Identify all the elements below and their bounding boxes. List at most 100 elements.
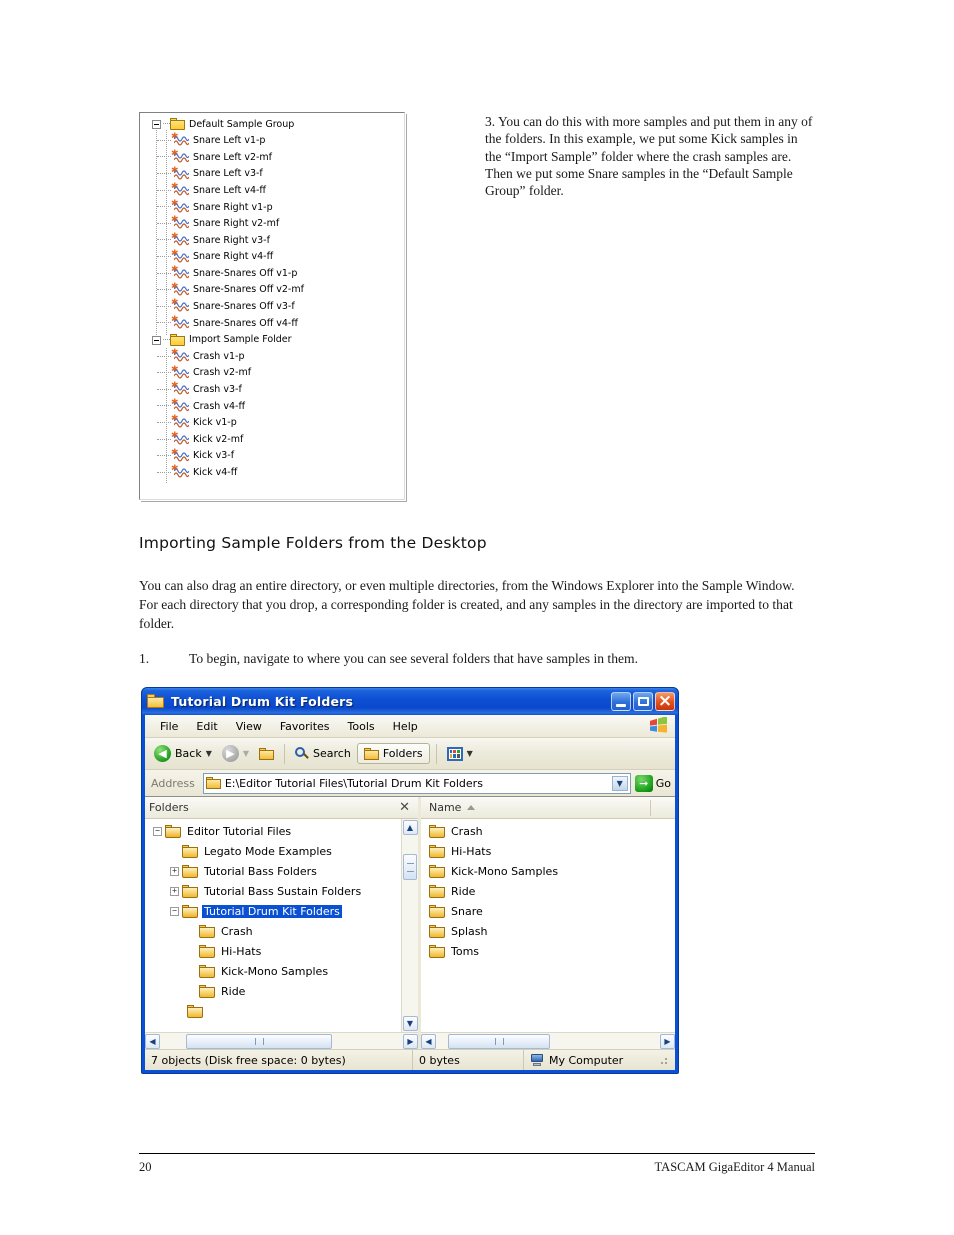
file-list-item[interactable]: Kick-Mono Samples — [421, 861, 675, 881]
go-button[interactable]: ➞ Go — [634, 774, 671, 792]
hscroll-track-right[interactable] — [436, 1033, 660, 1049]
menu-item-edit[interactable]: Edit — [187, 721, 226, 732]
folder-tree-item[interactable]: Crash — [145, 921, 401, 941]
sample-tree-sample-row[interactable]: ✱ Crash v3-f — [143, 382, 400, 399]
sample-tree-sample-row[interactable]: ✱ Snare-Snares Off v1-p — [143, 265, 400, 282]
folders-horizontal-scrollbar[interactable]: ◀ ▶ — [145, 1032, 418, 1049]
sample-tree-sample-row[interactable]: ✱ Snare Left v4-ff — [143, 182, 400, 199]
folder-tree-item[interactable]: − Editor Tutorial Files — [145, 821, 401, 841]
folder-tree-item[interactable]: − Tutorial Drum Kit Folders — [145, 901, 401, 921]
up-one-level-button[interactable] — [255, 746, 278, 762]
folder-icon — [429, 884, 445, 898]
hscroll-thumb-right[interactable] — [448, 1033, 550, 1049]
folder-tree-item[interactable]: + Tutorial Bass Sustain Folders — [145, 881, 401, 901]
back-button[interactable]: ◀ Back ▼ — [150, 743, 216, 764]
tree-expander-minus-icon[interactable]: − — [170, 906, 179, 916]
sample-tree-sample-row[interactable]: ✱ Kick v1-p — [143, 415, 400, 432]
menu-item-file[interactable]: File — [151, 721, 187, 732]
file-list-horizontal-scrollbar[interactable]: ◀ ▶ — [421, 1032, 675, 1049]
tree-expander-minus-icon[interactable] — [152, 119, 161, 129]
sample-tree-sample-row[interactable]: ✱ Snare Right v4-ff — [143, 249, 400, 266]
file-list-items[interactable]: Crash Hi-Hats Kick-Mono Samples Ride Snare Sp… — [421, 819, 675, 1032]
windows-explorer-window[interactable]: Tutorial Drum Kit Folders File Edit View… — [141, 687, 679, 1074]
hscroll-track-left[interactable] — [160, 1033, 403, 1049]
scroll-left-icon-right-pane[interactable]: ◀ — [421, 1033, 436, 1049]
sample-tree-folder-row[interactable]: Import Sample Folder — [143, 332, 400, 349]
address-dropdown-chevron-icon[interactable]: ▼ — [611, 775, 628, 791]
close-button[interactable] — [655, 690, 675, 712]
sample-tree-sample-row[interactable]: ✱ Snare Right v3-f — [143, 232, 400, 249]
file-list-item[interactable]: Snare — [421, 901, 675, 921]
file-list-item-label: Crash — [451, 824, 483, 838]
scroll-up-icon[interactable]: ▲ — [402, 820, 418, 835]
sample-tree-sample-row[interactable]: ✱ Snare-Snares Off v2-mf — [143, 282, 400, 299]
menu-item-tools[interactable]: Tools — [339, 721, 384, 732]
tree-expander-minus-icon[interactable]: − — [153, 826, 162, 836]
scroll-left-icon[interactable]: ◀ — [145, 1033, 160, 1049]
sample-tree-folder-row[interactable]: Default Sample Group — [143, 116, 400, 133]
views-chevron-down-icon[interactable]: ▼ — [467, 749, 473, 758]
tree-expander-minus-icon[interactable] — [152, 335, 161, 345]
search-button[interactable]: Search — [291, 745, 355, 763]
folders-tree-list[interactable]: − Editor Tutorial Files Legato Mode Exampl… — [145, 819, 401, 1032]
file-list-pane[interactable]: Name Crash Hi-Hats Kick-Mono Samples Ride Sn… — [421, 797, 675, 1049]
address-input[interactable]: E:\Editor Tutorial Files\Tutorial Drum K… — [202, 772, 631, 794]
folder-tree-item[interactable]: + Tutorial Bass Folders — [145, 861, 401, 881]
tree-expander-plus-icon[interactable]: + — [170, 886, 179, 896]
sample-tree-sample-row[interactable]: ✱ Kick v4-ff — [143, 464, 400, 481]
file-list-column-header[interactable]: Name — [421, 797, 675, 819]
menu-item-view[interactable]: View — [227, 721, 271, 732]
sample-tree-sample-row[interactable]: ✱ Snare Left v1-p — [143, 133, 400, 150]
explorer-toolbar[interactable]: ◀ Back ▼ ▶ ▼ Search Folders ▼ — [145, 738, 675, 770]
file-list-item[interactable]: Crash — [421, 821, 675, 841]
menu-item-favorites[interactable]: Favorites — [271, 721, 339, 732]
close-icon[interactable]: ✕ — [399, 800, 414, 815]
file-list-item[interactable]: Toms — [421, 941, 675, 961]
folder-icon — [199, 944, 215, 958]
sample-tree-sample-row[interactable]: ✱ Kick v2-mf — [143, 431, 400, 448]
window-control-buttons[interactable] — [611, 690, 675, 712]
menu-item-help[interactable]: Help — [384, 721, 427, 732]
sample-tree-sample-row[interactable]: ✱ Snare Left v2-mf — [143, 149, 400, 166]
folders-pane[interactable]: Folders ✕ − Editor Tutorial Files Legato M… — [145, 797, 421, 1049]
folders-button[interactable]: Folders — [356, 743, 430, 764]
file-list-item[interactable]: Ride — [421, 881, 675, 901]
maximize-button[interactable] — [633, 692, 653, 711]
folder-tree-item[interactable]: Kick-Mono Samples — [145, 961, 401, 981]
file-list-item[interactable]: Hi-Hats — [421, 841, 675, 861]
folder-icon — [187, 1004, 203, 1018]
views-button[interactable]: ▼ — [443, 745, 477, 763]
sample-tree-sample-row[interactable]: ✱ Snare Right v2-mf — [143, 216, 400, 233]
sample-tree-sample-row[interactable]: ✱ Crash v1-p — [143, 348, 400, 365]
resize-grip-icon[interactable] — [657, 1054, 669, 1066]
tree-expander-plus-icon[interactable]: + — [170, 866, 179, 876]
sample-tree-sample-row[interactable]: ✱ Snare Right v1-p — [143, 199, 400, 216]
sample-window-tree-panel[interactable]: Default Sample Group ✱ Snare Left v1-p ✱ Sna… — [139, 112, 405, 500]
folder-tree-item[interactable]: Hi-Hats — [145, 941, 401, 961]
sample-tree-list[interactable]: Default Sample Group ✱ Snare Left v1-p ✱ Sna… — [143, 116, 400, 481]
explorer-title-bar[interactable]: Tutorial Drum Kit Folders — [142, 688, 678, 715]
scroll-right-icon-right-pane[interactable]: ▶ — [660, 1033, 675, 1049]
column-divider[interactable] — [650, 799, 651, 816]
hscroll-thumb-left[interactable] — [186, 1033, 332, 1049]
folder-tree-item[interactable]: Legato Mode Examples — [145, 841, 401, 861]
footer-manual-title: TASCAM GigaEditor 4 Manual — [654, 1160, 815, 1174]
folder-tree-item[interactable]: Ride — [145, 981, 401, 1001]
explorer-menu-bar[interactable]: File Edit View Favorites Tools Help — [145, 715, 675, 738]
folders-vertical-scrollbar[interactable]: ▲ ▼ — [401, 819, 418, 1032]
sample-tree-sample-row[interactable]: ✱ Crash v4-ff — [143, 398, 400, 415]
sample-tree-sample-row[interactable]: ✱ Crash v2-mf — [143, 365, 400, 382]
minimize-button[interactable] — [611, 692, 631, 711]
sample-tree-sample-row[interactable]: ✱ Snare-Snares Off v3-f — [143, 299, 400, 316]
explorer-address-bar[interactable]: Address E:\Editor Tutorial Files\Tutoria… — [145, 770, 675, 797]
file-list-item[interactable]: Splash — [421, 921, 675, 941]
column-name[interactable]: Name — [421, 801, 476, 814]
folder-tree-item-partial[interactable] — [145, 1001, 401, 1021]
scroll-right-icon[interactable]: ▶ — [403, 1033, 418, 1049]
sample-tree-sample-row[interactable]: ✱ Kick v3-f — [143, 448, 400, 465]
scroll-down-icon[interactable]: ▼ — [402, 1016, 418, 1031]
scrollbar-thumb[interactable] — [403, 854, 417, 880]
sample-tree-sample-row[interactable]: ✱ Snare Left v3-f — [143, 166, 400, 183]
chevron-down-icon[interactable]: ▼ — [206, 749, 212, 758]
sample-tree-sample-row[interactable]: ✱ Snare-Snares Off v4-ff — [143, 315, 400, 332]
